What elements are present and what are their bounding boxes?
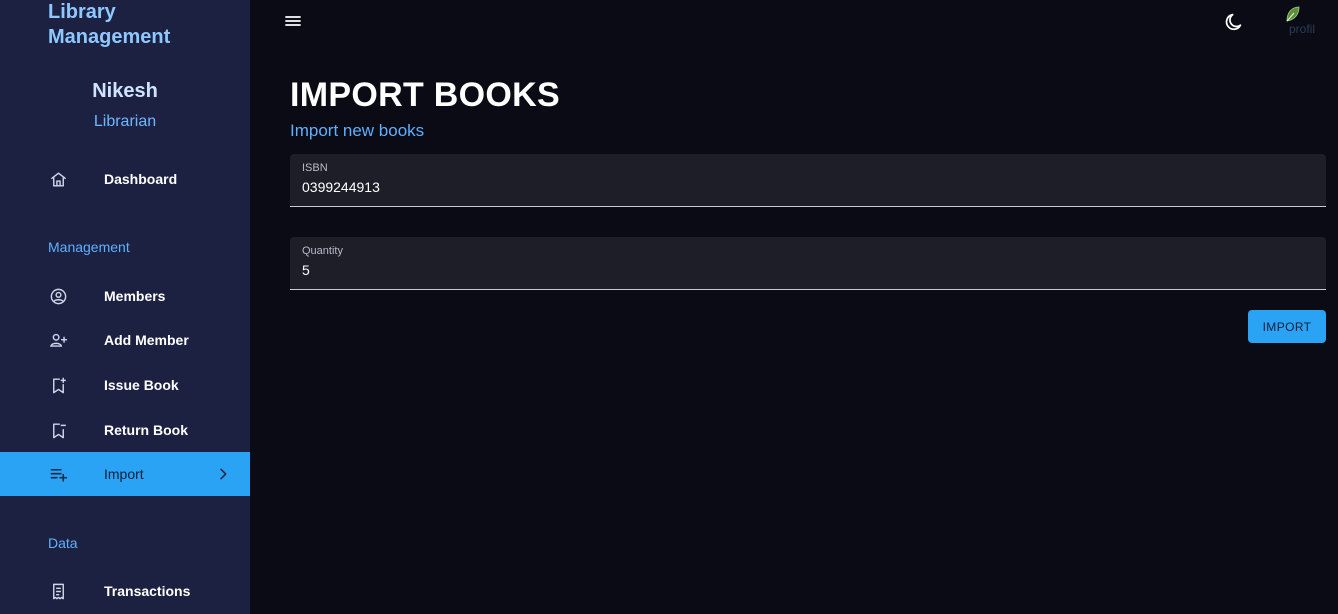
sidebar-item-label: Dashboard: [104, 171, 178, 187]
sidebar-item-issue-book[interactable]: Issue Book: [0, 363, 250, 407]
receipt-icon: [48, 581, 68, 601]
chevron-right-icon: [220, 468, 227, 480]
quantity-label: Quantity: [302, 245, 343, 257]
section-title-data: Data: [48, 535, 78, 551]
isbn-label: ISBN: [302, 162, 328, 174]
sidebar-item-label: Add Member: [104, 332, 189, 348]
isbn-field[interactable]: ISBN: [290, 154, 1326, 207]
quantity-field[interactable]: Quantity: [290, 237, 1326, 290]
playlist-add-icon: [48, 464, 68, 484]
broken-image-icon: [1286, 6, 1300, 22]
page-title: IMPORT BOOKS: [290, 76, 560, 114]
user-name: Nikesh: [92, 80, 158, 102]
brand-line-1: Library: [48, 1, 116, 23]
home-icon: [48, 169, 68, 189]
brand-line-2: Management: [48, 26, 171, 48]
user-circle-icon: [48, 286, 68, 306]
sidebar-item-add-member[interactable]: Add Member: [0, 318, 250, 362]
page-subtitle: Import new books: [290, 121, 425, 140]
sidebar-item-import[interactable]: Import: [0, 452, 250, 496]
sidebar-item-label: Import: [104, 466, 144, 482]
sidebar-item-label: Issue Book: [104, 377, 179, 393]
isbn-input[interactable]: [302, 179, 1302, 195]
person-add-icon: [48, 330, 68, 350]
sidebar: Library Management Nikesh Librarian Dash…: [0, 0, 250, 614]
main-content: profil IMPORT BOOKS Import new books ISB…: [250, 0, 1338, 614]
user-role: Librarian: [93, 113, 157, 130]
sidebar-item-label: Return Book: [104, 422, 188, 438]
sidebar-item-label: Members: [104, 288, 166, 304]
bookmark-add-icon: [48, 375, 68, 395]
quantity-input[interactable]: [302, 262, 1302, 278]
import-button[interactable]: IMPORT: [1248, 310, 1326, 343]
moon-icon[interactable]: [1223, 11, 1245, 33]
sidebar-item-label: Transactions: [104, 583, 191, 599]
sidebar-item-dashboard[interactable]: Dashboard: [0, 157, 250, 201]
app-brand: Library Management: [48, 0, 170, 50]
bookmark-remove-icon: [48, 420, 68, 440]
sidebar-item-members[interactable]: Members: [0, 274, 250, 318]
section-title-management: Management: [48, 239, 130, 255]
avatar-alt-text: profil: [1289, 22, 1316, 36]
hamburger-menu-icon[interactable]: [283, 11, 303, 31]
sidebar-item-transactions[interactable]: Transactions: [0, 569, 250, 613]
sidebar-item-return-book[interactable]: Return Book: [0, 408, 250, 452]
avatar[interactable]: profil: [1286, 6, 1318, 38]
